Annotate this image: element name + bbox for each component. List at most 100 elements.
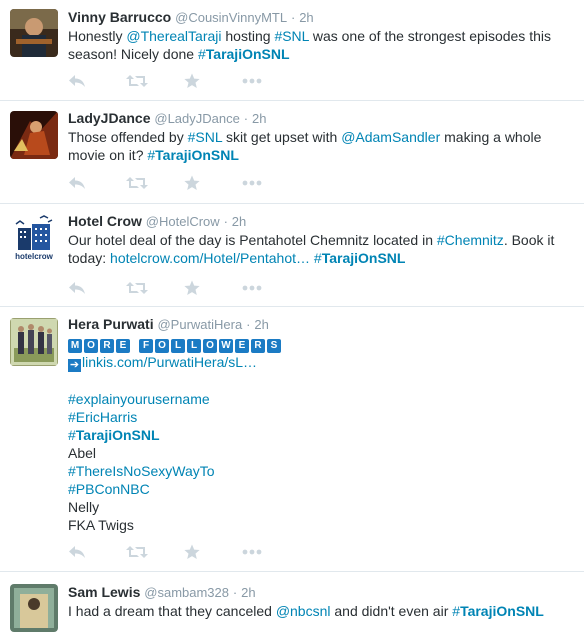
timestamp[interactable]: 2h [241, 585, 255, 600]
favorite-icon [184, 544, 200, 559]
username[interactable]: @CousinVinnyMTL [175, 10, 287, 25]
hash-prefix: # [197, 46, 206, 62]
separator: · [243, 111, 249, 126]
tweet-header: Vinny Barrucco @CousinVinnyMTL · 2h [68, 8, 584, 27]
hashtag-link[interactable]: #TarajiOnSNL [147, 147, 239, 163]
more-button[interactable] [242, 280, 300, 296]
timestamp[interactable]: 2h [232, 214, 246, 229]
banner-letter: S [267, 339, 281, 353]
hashtag-link[interactable]: #TarajiOnSNL [452, 603, 544, 619]
link-line: ➔ linkis.com/PurwatiHera/sL… [68, 353, 570, 372]
tweet-actions [68, 73, 300, 89]
favorite-icon [184, 175, 200, 190]
reply-icon [69, 282, 85, 294]
more-followers-banner: M O R E F O L L O W E R S [68, 339, 281, 353]
favorite-button[interactable] [184, 280, 242, 296]
reply-icon [69, 177, 85, 189]
tweet-header: Hera Purwati @PurwatiHera · 2h [68, 315, 584, 334]
tweet-header: Hotel Crow @HotelCrow · 2h [68, 212, 584, 231]
avatar[interactable] [10, 584, 58, 632]
favorite-button[interactable] [184, 73, 242, 89]
username[interactable]: @HotelCrow [146, 214, 220, 229]
tweet[interactable]: hotelcrow Hotel Crow @HotelCrow · 2h Our… [0, 204, 584, 307]
hashtag-link[interactable]: #TarajiOnSNL [68, 426, 570, 444]
hashtag-link[interactable]: #ThereIsNoSexyWayTo [68, 462, 570, 480]
tweet-actions [68, 544, 300, 560]
hashtag-link[interactable]: #EricHarris [68, 408, 570, 426]
text-segment: hosting [221, 28, 275, 44]
mention-link[interactable]: @AdamSandler [341, 129, 440, 145]
text-segment: Our hotel deal of the day is Pentahotel … [68, 232, 437, 248]
retweet-button[interactable] [126, 73, 184, 89]
hashtag-link[interactable]: #TarajiOnSNL [198, 46, 290, 62]
more-button[interactable] [242, 73, 300, 89]
hash-bold: TarajiOnSNL [155, 147, 239, 163]
banner-letter: R [100, 339, 114, 353]
hashtag-link[interactable]: #SNL [274, 28, 309, 44]
separator: · [232, 585, 238, 600]
timestamp[interactable]: 2h [299, 10, 313, 25]
more-icon [242, 549, 262, 555]
reply-button[interactable] [68, 544, 126, 560]
tweet-text: I had a dream that they canceled @nbcsnl… [68, 602, 584, 620]
retweet-icon [126, 75, 148, 87]
url-link[interactable]: hotelcrow.com/Hotel/Pentahot… [110, 250, 310, 266]
username[interactable]: @sambam328 [144, 585, 229, 600]
banner-letter: O [203, 339, 217, 353]
hashtag-link[interactable]: #SNL [188, 129, 223, 145]
url-link[interactable]: linkis.com/PurwatiHera/sL… [82, 354, 257, 370]
timestamp[interactable]: 2h [254, 317, 268, 332]
retweet-icon [126, 177, 148, 189]
tweet-text: Those offended by #SNL skit get upset wi… [68, 128, 584, 164]
hashtag-link[interactable]: #Chemnitz [437, 232, 504, 248]
retweet-button[interactable] [126, 544, 184, 560]
text-segment: and didn't even air [330, 603, 453, 619]
hashtag-link[interactable]: #PBConNBC [68, 480, 570, 498]
favorite-button[interactable] [184, 544, 242, 560]
mention-link[interactable]: @TherealTaraji [126, 28, 221, 44]
timeline: Vinny Barrucco @CousinVinnyMTL · 2h Hone… [0, 0, 584, 632]
username[interactable]: @PurwatiHera [157, 317, 242, 332]
banner-letter: L [187, 339, 201, 353]
tweet[interactable]: Hera Purwati @PurwatiHera · 2h M O R E F… [0, 307, 584, 572]
hashtag-link[interactable]: #TarajiOnSNL [314, 250, 406, 266]
hash-prefix: # [452, 603, 461, 619]
fullname[interactable]: Vinny Barrucco [68, 9, 171, 25]
tweet-header: Sam Lewis @sambam328 · 2h [68, 583, 584, 602]
reply-button[interactable] [68, 280, 126, 296]
tweet[interactable]: Vinny Barrucco @CousinVinnyMTL · 2h Hone… [0, 0, 584, 101]
favorite-icon [184, 280, 200, 295]
retweet-button[interactable] [126, 175, 184, 191]
avatar-label: hotelcrow [15, 252, 54, 261]
tweet[interactable]: LadyJDance @LadyJDance · 2h Those offend… [0, 101, 584, 204]
username[interactable]: @LadyJDance [154, 111, 239, 126]
retweet-button[interactable] [126, 280, 184, 296]
favorite-button[interactable] [184, 175, 242, 191]
mention-link[interactable]: @nbcsnl [276, 603, 331, 619]
avatar[interactable] [10, 9, 58, 57]
avatar[interactable] [10, 111, 58, 159]
text-segment: Those offended by [68, 129, 188, 145]
more-icon [242, 285, 262, 291]
fullname[interactable]: Hera Purwati [68, 316, 154, 332]
hashtag-link[interactable]: #explainyourusername [68, 390, 570, 408]
trend-text: Abel [68, 445, 97, 461]
banner-letter: E [116, 339, 130, 353]
more-button[interactable] [242, 175, 300, 191]
fullname[interactable]: Sam Lewis [68, 584, 140, 600]
reply-button[interactable] [68, 73, 126, 89]
fullname[interactable]: Hotel Crow [68, 213, 142, 229]
reply-button[interactable] [68, 175, 126, 191]
more-button[interactable] [242, 544, 300, 560]
favorite-icon [184, 73, 200, 88]
timestamp[interactable]: 2h [252, 111, 266, 126]
retweet-icon [126, 546, 148, 558]
more-icon [242, 78, 262, 84]
text-segment: skit get upset with [222, 129, 342, 145]
tweet[interactable]: Sam Lewis @sambam328 · 2h I had a dream … [0, 572, 584, 632]
avatar[interactable]: hotelcrow [10, 214, 58, 262]
arrow-right-icon: ➔ [68, 359, 81, 372]
avatar[interactable] [10, 318, 58, 366]
fullname[interactable]: LadyJDance [68, 110, 150, 126]
